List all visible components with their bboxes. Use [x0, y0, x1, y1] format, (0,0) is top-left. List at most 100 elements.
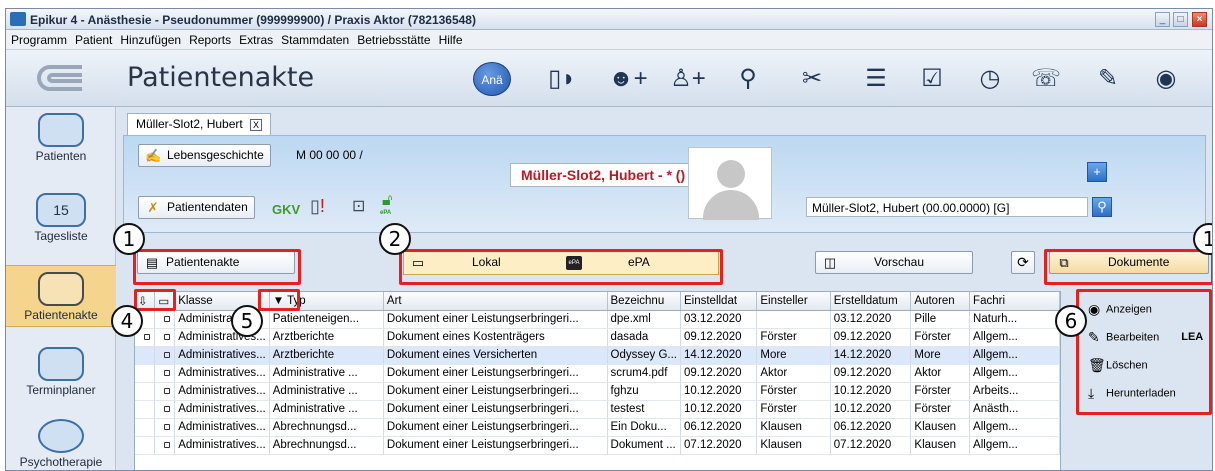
- cell-einstelldatum: 10.12.2020: [680, 400, 758, 419]
- tab-patient[interactable]: Müller-Slot2, Hubert X: [127, 113, 272, 135]
- vorschau-button[interactable]: ◫ Vorschau: [815, 251, 973, 274]
- menu-programm[interactable]: Programm: [6, 30, 70, 47]
- row-marker-icon: [164, 405, 171, 412]
- table-row[interactable]: Administratives... Abrechnungsd... Dokumen…: [135, 418, 1060, 437]
- menu-extras[interactable]: Extras: [234, 30, 276, 47]
- cell-einstelldatum: 14.12.2020: [680, 346, 758, 365]
- cell-art: Dokument einer Leistungserbringeri...: [383, 364, 608, 383]
- patientendaten-label: Patientendaten: [167, 200, 248, 214]
- app-icon: [10, 12, 26, 26]
- table-row[interactable]: Administratives... Arztberichte Dokument e…: [135, 328, 1060, 347]
- insurance-type: GKV: [272, 202, 301, 217]
- table-row[interactable]: Administratives... Administrative ... Doku…: [135, 364, 1060, 383]
- col-header-autoren[interactable]: Autoren: [910, 292, 971, 311]
- clock-list-icon[interactable]: ◷: [968, 62, 1012, 96]
- card-reader-icon[interactable]: ▯◗: [540, 62, 584, 96]
- scheduler-icon: [38, 347, 84, 381]
- add-patients-icon[interactable]: ☻+: [606, 62, 650, 96]
- patient-name: Müller-Slot2, Hubert - * (): [510, 163, 698, 187]
- cell-klasse: Administratives...: [174, 436, 270, 455]
- cell-typ: Administrative ...: [269, 364, 384, 383]
- tab-close-icon[interactable]: X: [250, 118, 263, 131]
- cell-autoren: Pille: [910, 310, 971, 329]
- cell-marker-b: [154, 382, 176, 401]
- callout-2: 2: [379, 223, 411, 255]
- tab-label: Müller-Slot2, Hubert: [136, 117, 243, 131]
- cell-einsteller: [756, 310, 831, 329]
- col-header-einsteller[interactable]: Einsteller: [756, 292, 831, 311]
- minimize-button[interactable]: _: [1155, 12, 1170, 27]
- callout-1: 1: [113, 223, 145, 255]
- phone-list-icon[interactable]: ☏: [1024, 62, 1068, 96]
- cell-einstelldatum: 06.12.2020: [680, 418, 758, 437]
- table-row[interactable]: Administratives... Administrative ... Doku…: [135, 382, 1060, 401]
- table-row[interactable]: Administratives... Arztberichte Dokument e…: [135, 346, 1060, 365]
- cell-bezeichnung: dasada: [607, 328, 681, 347]
- cell-erstelldatum: 06.12.2020: [830, 418, 912, 437]
- cell-fachrichtung: Allgem...: [969, 418, 1060, 437]
- search-button[interactable]: ⚲: [1092, 197, 1112, 217]
- refresh-button[interactable]: ⟳: [1011, 251, 1035, 274]
- menu-reports[interactable]: Reports: [184, 30, 234, 47]
- cell-klasse: Administratives...: [174, 346, 270, 365]
- table-row[interactable]: Administrat... Patienteneigen... Dokument …: [135, 310, 1060, 329]
- checklist-icon[interactable]: ☑: [910, 62, 954, 96]
- menu-stammdaten[interactable]: Stammdaten: [276, 30, 352, 47]
- table-row[interactable]: Administratives... Administrative ... Doku…: [135, 400, 1060, 419]
- sidebar-label: Psychotherapie: [19, 455, 103, 469]
- patientendaten-button[interactable]: ✗ Patientendaten: [138, 196, 255, 219]
- menu-hinzufuegen[interactable]: Hinzufügen: [115, 30, 184, 47]
- sidebar-item-patientenakte[interactable]: Patientenakte: [6, 265, 116, 327]
- cell-fachrichtung: Allgem...: [969, 346, 1060, 365]
- cell-bezeichnung: testest: [607, 400, 681, 419]
- cell-marker-b: [154, 310, 176, 329]
- cell-typ: Administrative ...: [269, 382, 384, 401]
- col-header-art[interactable]: Art: [383, 292, 608, 311]
- patient-selector[interactable]: Müller-Slot2, Hubert (00.00.0000) [G]: [806, 197, 1088, 217]
- cell-bezeichnung: Dokument ...: [607, 436, 681, 455]
- menu-patient[interactable]: Patient: [70, 30, 115, 47]
- menu-betriebsstaette[interactable]: Betriebsstätte: [352, 30, 433, 47]
- cell-typ: Arztberichte: [269, 346, 384, 365]
- sign-document-icon[interactable]: ✎: [1086, 62, 1130, 96]
- cell-fachrichtung: Allgem...: [969, 328, 1060, 347]
- anaesthesia-button[interactable]: Anä: [473, 62, 511, 96]
- row-marker-icon: [164, 333, 171, 340]
- highlight-dokumente: [1044, 249, 1212, 285]
- cell-marker-b: [154, 436, 176, 455]
- add-patient-icon[interactable]: ♙+: [666, 62, 710, 96]
- maximize-button[interactable]: □: [1173, 12, 1188, 27]
- list-calendar-icon[interactable]: ☰: [854, 62, 898, 96]
- col-header-fachrichtung[interactable]: Fachri: [969, 292, 1060, 311]
- camera-icon[interactable]: ◉: [1144, 62, 1188, 96]
- sidebar-item-terminplaner[interactable]: Terminplaner: [6, 347, 116, 407]
- cell-erstelldatum: 10.12.2020: [830, 400, 912, 419]
- cell-marker-a: [135, 418, 156, 437]
- sidebar-item-tagesliste[interactable]: 15 Tagesliste: [6, 193, 116, 253]
- sidebar-item-psychotherapie[interactable]: Psychotherapie: [6, 419, 116, 470]
- add-button[interactable]: +: [1087, 162, 1107, 182]
- alert-lock-icon[interactable]: ⊡: [352, 196, 365, 216]
- col-header-einstelldatum[interactable]: Einstelldat: [680, 292, 758, 311]
- callout-5: 5: [231, 305, 263, 337]
- card-icon[interactable]: ▯!: [310, 196, 325, 217]
- lebensgeschichte-button[interactable]: ✍ Lebensgeschichte: [138, 144, 271, 167]
- search-calendar-icon[interactable]: ⚲: [726, 62, 770, 96]
- patient-header: ✍ Lebensgeschichte M 00 00 00 / Müller-Sl…: [123, 135, 1206, 233]
- cell-einsteller: Klausen: [756, 436, 831, 455]
- row-marker-icon: [164, 441, 171, 448]
- row-marker-icon: [164, 315, 171, 322]
- table-row[interactable]: Administratives... Abrechnungsd... Dokumen…: [135, 436, 1060, 455]
- highlight-patientenakte: [133, 249, 301, 285]
- menu-hilfe[interactable]: Hilfe: [434, 30, 466, 47]
- unlock-icon[interactable]: 🔓︎: [382, 192, 392, 210]
- cell-erstelldatum: 07.12.2020: [830, 436, 912, 455]
- cell-autoren: Förster: [910, 328, 971, 347]
- sidebar-item-patienten[interactable]: Patienten: [6, 113, 116, 173]
- tools-icon[interactable]: ✂: [790, 62, 834, 96]
- app-window: Epikur 4 - Anästhesie - Pseudonummer (99…: [5, 8, 1213, 471]
- close-button[interactable]: ×: [1192, 12, 1207, 27]
- cell-fachrichtung: Anästh...: [969, 400, 1060, 419]
- col-header-bezeichnung[interactable]: Bezeichnu: [607, 292, 681, 311]
- col-header-erstelldatum[interactable]: Erstelldatum: [830, 292, 912, 311]
